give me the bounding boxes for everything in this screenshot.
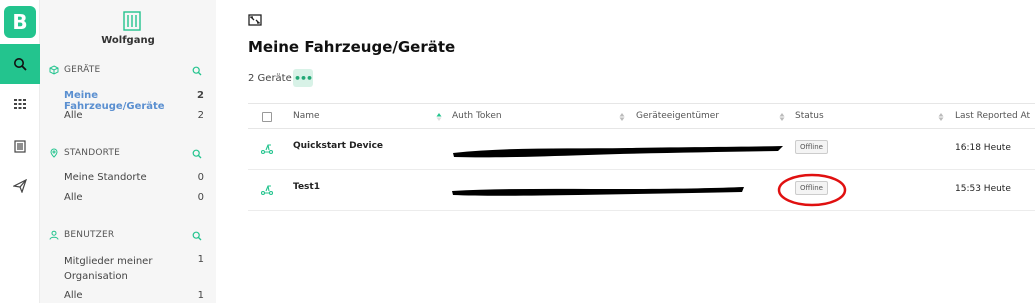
- sort-icon[interactable]: [938, 112, 944, 122]
- section-title-devices: GERÄTE: [64, 65, 101, 75]
- grid-icon: [14, 99, 26, 109]
- search-nav-button[interactable]: [0, 44, 40, 84]
- column-header-name[interactable]: Name: [293, 111, 320, 121]
- column-header-status[interactable]: Status: [795, 111, 824, 121]
- sidebar-item-count: 1: [197, 290, 204, 301]
- organization-name: Wolfgang: [101, 35, 155, 46]
- section-header-users: BENUTZER: [49, 230, 114, 240]
- sidebar-item-label-line2: Organisation: [64, 271, 128, 282]
- devices-search-icon[interactable]: [192, 66, 202, 76]
- app-logo[interactable]: B: [4, 6, 36, 38]
- column-header-owner[interactable]: Geräteeigentümer: [636, 111, 719, 121]
- locations-search-icon[interactable]: [192, 149, 202, 159]
- sidebar-item-my-devices[interactable]: Meine Fahrzeuge/Geräte 2: [64, 90, 204, 112]
- sidebar-item-label: Meine Standorte: [64, 172, 147, 183]
- cube-icon: [49, 65, 59, 75]
- sidebar-item-count: 0: [197, 192, 204, 203]
- organizations-nav-button[interactable]: [0, 126, 40, 166]
- user-icon: [49, 230, 59, 240]
- section-title-locations: STANDORTE: [64, 148, 120, 158]
- sidebar-item-label: Meine Fahrzeuge/Geräte: [64, 90, 165, 112]
- sidebar-item-all-locations[interactable]: Alle 0: [64, 192, 204, 203]
- device-name[interactable]: Test1: [293, 182, 320, 192]
- users-search-icon[interactable]: [192, 231, 202, 241]
- sort-icon[interactable]: [619, 112, 625, 122]
- table-row[interactable]: Test1 Offline 15:53 Heute: [248, 170, 1035, 211]
- sidebar-item-count: 2: [197, 90, 204, 101]
- column-header-last-reported[interactable]: Last Reported At: [955, 111, 1030, 121]
- status-badge: Offline: [795, 140, 828, 154]
- last-reported: 16:18 Heute: [955, 143, 1011, 153]
- sidebar-item-count: 0: [197, 172, 204, 183]
- location-pin-icon: [50, 148, 58, 158]
- send-icon: [13, 179, 27, 193]
- building-icon: [14, 140, 26, 153]
- last-reported: 15:53 Heute: [955, 184, 1011, 194]
- sort-icon[interactable]: [779, 112, 785, 122]
- sidebar-item-label: Mitglieder meiner Organisation: [64, 254, 152, 284]
- icon-rail: B: [0, 0, 40, 303]
- more-actions-button[interactable]: •••: [293, 69, 313, 87]
- sidebar-item-count: 1: [197, 254, 204, 265]
- red-annotation-circle: [777, 173, 847, 207]
- column-header-auth-token[interactable]: Auth Token: [452, 111, 502, 121]
- sidebar-item-my-locations[interactable]: Meine Standorte 0: [64, 172, 204, 183]
- sidebar: Wolfgang GERÄTE Meine Fahrzeuge/Geräte 2…: [40, 0, 216, 303]
- device-name[interactable]: Quickstart Device: [293, 141, 383, 151]
- sidebar-item-all-devices[interactable]: Alle 2: [64, 110, 204, 121]
- section-title-users: BENUTZER: [64, 230, 115, 240]
- sidebar-item-org-members[interactable]: Mitglieder meiner Organisation 1: [64, 254, 204, 284]
- sidebar-item-label: Alle: [64, 290, 83, 301]
- messages-nav-button[interactable]: [0, 166, 40, 206]
- expand-icon[interactable]: [248, 14, 262, 26]
- device-icon: [260, 144, 274, 155]
- organization-building-icon: [123, 11, 141, 31]
- table-row[interactable]: Quickstart Device Offline 16:18 Heute: [248, 129, 1035, 170]
- select-all-checkbox[interactable]: [262, 112, 272, 122]
- sidebar-item-label: Alle: [64, 192, 83, 203]
- table-header: Name Auth Token Geräteeigentümer Status …: [248, 103, 1035, 129]
- sidebar-item-all-users[interactable]: Alle 1: [64, 290, 204, 301]
- redacted-scribble: [453, 146, 783, 158]
- devices-nav-button[interactable]: [0, 84, 40, 124]
- section-header-locations: STANDORTE: [49, 148, 120, 158]
- sort-asc-icon[interactable]: [436, 112, 442, 122]
- sidebar-item-label: Alle: [64, 110, 83, 121]
- section-header-devices: GERÄTE: [49, 65, 100, 75]
- sidebar-item-label-line1: Mitglieder meiner: [64, 256, 153, 267]
- device-icon: [260, 185, 274, 196]
- sidebar-item-count: 2: [197, 110, 204, 121]
- device-count: 2 Geräte: [248, 73, 292, 84]
- redacted-scribble: [452, 187, 744, 196]
- search-icon: [14, 58, 27, 71]
- app-root: B Wolfgang GERÄTE Meine Fahrzeuge/Geräte…: [0, 0, 1035, 303]
- page-title: Meine Fahrzeuge/Geräte: [248, 38, 456, 56]
